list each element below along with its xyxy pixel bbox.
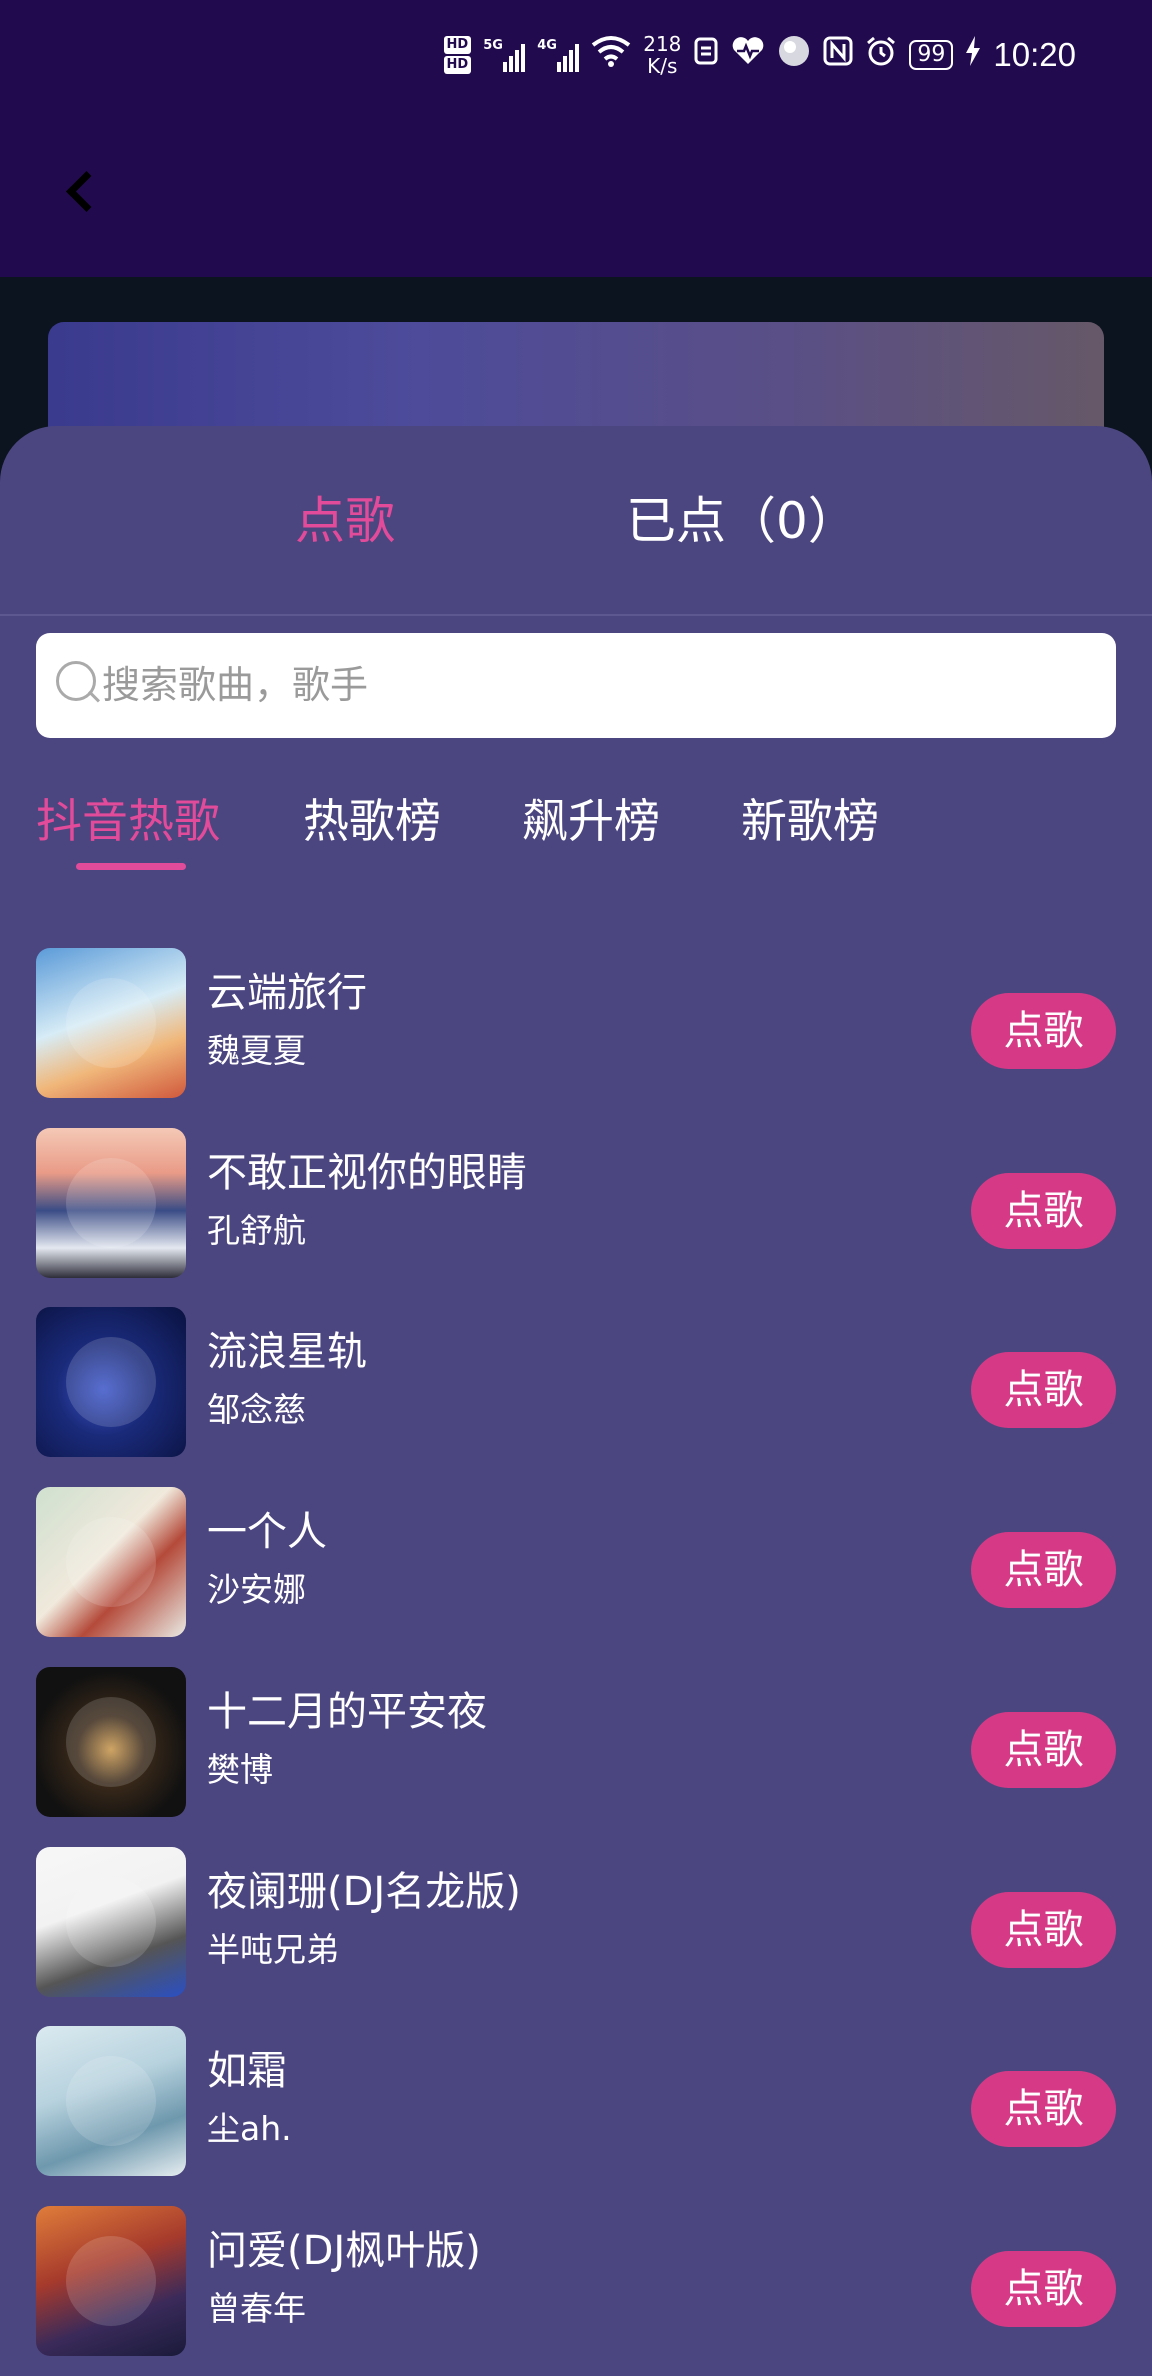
album-cover — [36, 1128, 186, 1278]
search-input[interactable]: 搜索歌曲，歌手 — [36, 633, 1116, 738]
song-artist: 孔舒航 — [207, 1211, 306, 1250]
song-title: 云端旅行 — [207, 970, 367, 1016]
search-placeholder: 搜索歌曲，歌手 — [102, 663, 369, 707]
song-title: 夜阑珊(DJ名龙版) — [207, 1869, 521, 1915]
song-title: 不敢正视你的眼睛 — [207, 1150, 527, 1196]
speed-unit: K/s — [647, 54, 678, 78]
signal-gen-label: 4G — [537, 38, 557, 53]
wifi-icon — [591, 35, 631, 75]
album-cover — [36, 1487, 186, 1637]
network-speed: 218 K/s — [643, 33, 681, 77]
search-icon — [56, 661, 100, 705]
list-item[interactable]: 流浪星轨 邹念慈 点歌 — [0, 1307, 1152, 1467]
request-song-button[interactable]: 点歌 — [971, 1712, 1116, 1788]
charging-icon — [965, 36, 981, 74]
song-artist: 魏夏夏 — [207, 1031, 306, 1070]
list-item[interactable]: 云端旅行 魏夏夏 点歌 — [0, 948, 1152, 1108]
song-artist: 半吨兄弟 — [207, 1930, 339, 1969]
song-artist: 沙安娜 — [207, 1570, 306, 1609]
speed-value: 218 — [643, 32, 682, 56]
tab-request[interactable]: 点歌 — [295, 486, 395, 556]
status-icons: HD HD 5G 4G 218 K/s 99 10:20 — [443, 30, 1076, 80]
tab-requested[interactable]: 已点（0） — [626, 486, 858, 556]
request-song-button[interactable]: 点歌 — [971, 993, 1116, 1069]
request-song-button[interactable]: 点歌 — [971, 1892, 1116, 1968]
category-tabs: 抖音热歌 热歌榜 飙升榜 新歌榜 — [0, 786, 1152, 906]
list-item[interactable]: 问爱(DJ枫叶版) 曾春年 点歌 — [0, 2206, 1152, 2366]
request-song-button[interactable]: 点歌 — [971, 1352, 1116, 1428]
panel-tabs: 点歌 已点（0） — [0, 426, 1152, 616]
song-title: 问爱(DJ枫叶版) — [207, 2228, 481, 2274]
song-title: 十二月的平安夜 — [207, 1689, 487, 1735]
song-artist: 曾春年 — [207, 2289, 306, 2328]
signal-gen-label: 5G — [483, 38, 503, 53]
sim-toolkit-icon — [693, 36, 719, 74]
request-song-button[interactable]: 点歌 — [971, 2071, 1116, 2147]
signal-4g-icon: 4G — [537, 38, 580, 72]
tab-new-chart[interactable]: 新歌榜 — [741, 786, 879, 856]
request-song-button[interactable]: 点歌 — [971, 2251, 1116, 2327]
song-title: 如霜 — [207, 2048, 287, 2094]
battery-indicator: 99 — [909, 40, 954, 70]
list-item[interactable]: 如霜 尘ah. 点歌 — [0, 2026, 1152, 2186]
status-bar: HD HD 5G 4G 218 K/s 99 10:20 — [0, 0, 1152, 107]
song-title: 流浪星轨 — [207, 1329, 367, 1375]
assistant-ball-icon — [777, 34, 811, 76]
hd-badge-2: HD — [443, 56, 472, 74]
tab-rising-chart[interactable]: 飙升榜 — [522, 786, 660, 856]
song-artist: 尘ah. — [207, 2109, 292, 2148]
album-cover — [36, 2206, 186, 2356]
alarm-icon — [865, 35, 897, 75]
active-tab-indicator — [76, 863, 186, 870]
hd-indicator: HD HD — [443, 35, 472, 75]
list-item[interactable]: 一个人 沙安娜 点歌 — [0, 1487, 1152, 1647]
clock: 10:20 — [993, 36, 1076, 73]
song-artist: 樊博 — [207, 1750, 273, 1789]
tab-douyin-hot[interactable]: 抖音热歌 — [36, 786, 220, 856]
nfc-icon — [823, 36, 853, 74]
album-cover — [36, 1667, 186, 1817]
list-item[interactable]: 夜阑珊(DJ名龙版) 半吨兄弟 点歌 — [0, 1847, 1152, 2007]
request-song-button[interactable]: 点歌 — [971, 1173, 1116, 1249]
album-cover — [36, 948, 186, 1098]
app-header — [0, 107, 1152, 277]
health-heart-icon — [731, 36, 765, 74]
album-cover — [36, 1307, 186, 1457]
signal-5g-icon: 5G — [483, 38, 526, 72]
song-request-panel: 点歌 已点（0） 搜索歌曲，歌手 抖音热歌 热歌榜 飙升榜 新歌榜 云端旅行 魏… — [0, 426, 1152, 2376]
request-song-button[interactable]: 点歌 — [971, 1532, 1116, 1608]
tab-hot-chart[interactable]: 热歌榜 — [303, 786, 441, 856]
list-item[interactable]: 不敢正视你的眼睛 孔舒航 点歌 — [0, 1128, 1152, 1288]
back-button[interactable] — [58, 157, 118, 227]
list-item[interactable]: 十二月的平安夜 樊博 点歌 — [0, 1667, 1152, 1827]
album-cover — [36, 1847, 186, 1997]
album-cover — [36, 2026, 186, 2176]
hd-badge-1: HD — [443, 36, 472, 54]
song-title: 一个人 — [207, 1509, 327, 1555]
song-artist: 邹念慈 — [207, 1390, 306, 1429]
